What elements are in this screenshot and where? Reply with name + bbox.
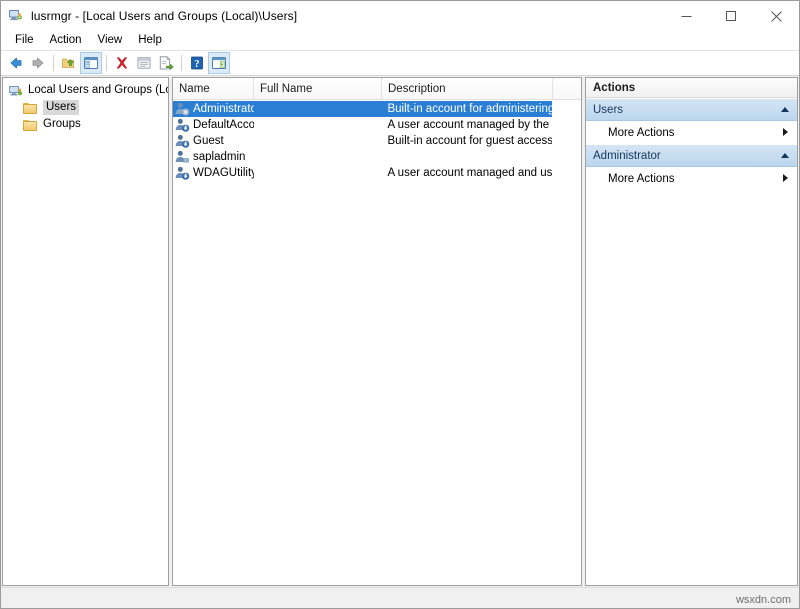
show-hide-console-tree-icon[interactable] <box>80 52 102 74</box>
export-list-icon[interactable] <box>155 52 177 74</box>
actions-pane: Actions Users More Actions Administrator… <box>585 77 798 586</box>
cell-name: sapladmin <box>173 149 254 165</box>
menu-bar: File Action View Help <box>1 31 799 50</box>
cell-description: A user account managed and use... <box>381 165 552 181</box>
properties-icon[interactable] <box>133 52 155 74</box>
minimize-button[interactable] <box>664 1 709 31</box>
menu-help[interactable]: Help <box>130 33 170 48</box>
title-bar: lusrmgr - [Local Users and Groups (Local… <box>1 1 799 31</box>
actions-group-header-label: Users <box>593 104 623 116</box>
folder-icon <box>23 117 39 133</box>
tree-item-label: Users <box>43 100 79 115</box>
cell-full-name <box>254 101 382 117</box>
tree-item-local-users-and-groups[interactable]: Local Users and Groups (Local) <box>3 82 168 99</box>
up-one-level-icon[interactable] <box>58 52 80 74</box>
tree-item-users[interactable]: Users <box>3 99 168 116</box>
help-icon[interactable]: ? <box>186 52 208 74</box>
cell-full-name <box>254 149 382 165</box>
cell-name-text: DefaultAcco... <box>193 119 254 131</box>
tree-item-label: Local Users and Groups (Local) <box>28 83 169 98</box>
chevron-up-icon[interactable] <box>781 105 790 114</box>
tree-item-label: Groups <box>43 117 81 132</box>
toolbar-separator-3 <box>181 55 182 71</box>
folder-icon <box>23 100 39 116</box>
console-tree-pane: Local Users and Groups (Local) Users Gro… <box>2 77 169 586</box>
maximize-button[interactable] <box>709 1 754 31</box>
table-row[interactable]: WDAGUtility... A user account managed an… <box>173 165 581 181</box>
cell-description: Built-in account for administering... <box>381 101 552 117</box>
cell-description: A user account managed by the s... <box>381 117 552 133</box>
action-item-label: More Actions <box>608 127 674 139</box>
cell-full-name <box>254 165 382 181</box>
content-area: Local Users and Groups (Local) Users Gro… <box>1 76 799 587</box>
action-item-more-actions-users[interactable]: More Actions <box>586 121 797 144</box>
close-button[interactable] <box>754 1 799 31</box>
cell-description: Built-in account for guest access t... <box>381 133 552 149</box>
table-row[interactable]: DefaultAcco... A user account managed by… <box>173 117 581 133</box>
table-row[interactable]: sapladmin <box>173 149 581 165</box>
cell-full-name <box>254 117 382 133</box>
chevron-up-icon[interactable] <box>781 151 790 160</box>
users-list-body: Administrator Built-in account for admin… <box>173 100 581 585</box>
tree-item-groups[interactable]: Groups <box>3 116 168 133</box>
computer-icon <box>8 83 24 99</box>
list-column-header: Name Full Name Description <box>173 78 581 100</box>
column-header-full-name[interactable]: Full Name <box>254 78 382 99</box>
cell-name-text: Guest <box>193 135 224 147</box>
table-row[interactable]: Guest Built-in account for guest access … <box>173 133 581 149</box>
svg-text:?: ? <box>194 59 199 70</box>
actions-group-header-label: Administrator <box>593 150 661 162</box>
users-list-pane: Name Full Name Description <box>172 77 582 586</box>
cell-name: Administrator <box>173 101 254 117</box>
cell-name: DefaultAcco... <box>173 117 254 133</box>
window-title: lusrmgr - [Local Users and Groups (Local… <box>31 9 297 23</box>
cell-name-text: WDAGUtility... <box>193 167 254 179</box>
cell-name-text: sapladmin <box>193 151 245 163</box>
lusrmgr-icon <box>8 8 24 24</box>
column-header-filler <box>553 78 581 99</box>
toolbar: ? <box>1 50 799 76</box>
menu-file[interactable]: File <box>7 33 42 48</box>
forward-icon[interactable] <box>27 52 49 74</box>
watermark: wsxdn.com <box>736 594 791 606</box>
user-disabled-icon <box>174 117 190 133</box>
chevron-right-icon <box>781 174 790 183</box>
table-row[interactable]: Administrator Built-in account for admin… <box>173 101 581 117</box>
column-header-description[interactable]: Description <box>382 78 553 99</box>
show-hide-action-pane-icon[interactable] <box>208 52 230 74</box>
cell-full-name <box>254 133 382 149</box>
toolbar-separator-2 <box>106 55 107 71</box>
status-bar: wsxdn.com <box>1 587 799 608</box>
action-item-more-actions-administrator[interactable]: More Actions <box>586 167 797 190</box>
actions-group-header-users[interactable]: Users <box>586 98 797 121</box>
cell-name: WDAGUtility... <box>173 165 254 181</box>
menu-view[interactable]: View <box>90 33 131 48</box>
delete-icon[interactable] <box>111 52 133 74</box>
user-disabled-icon <box>174 101 190 117</box>
back-icon[interactable] <box>5 52 27 74</box>
column-header-name[interactable]: Name <box>173 78 254 99</box>
toolbar-separator-1 <box>53 55 54 71</box>
menu-action[interactable]: Action <box>42 33 90 48</box>
user-disabled-icon <box>174 133 190 149</box>
console-tree: Local Users and Groups (Local) Users Gro… <box>3 78 168 133</box>
chevron-right-icon <box>781 128 790 137</box>
cell-name-text: Administrator <box>193 103 254 115</box>
window-controls <box>664 1 799 31</box>
user-disabled-icon <box>174 165 190 181</box>
cell-name: Guest <box>173 133 254 149</box>
cell-description <box>381 149 552 165</box>
actions-pane-title: Actions <box>586 78 797 98</box>
actions-group-header-administrator[interactable]: Administrator <box>586 144 797 167</box>
user-icon <box>174 149 190 165</box>
lusrmgr-window: lusrmgr - [Local Users and Groups (Local… <box>0 0 800 609</box>
action-item-label: More Actions <box>608 173 674 185</box>
